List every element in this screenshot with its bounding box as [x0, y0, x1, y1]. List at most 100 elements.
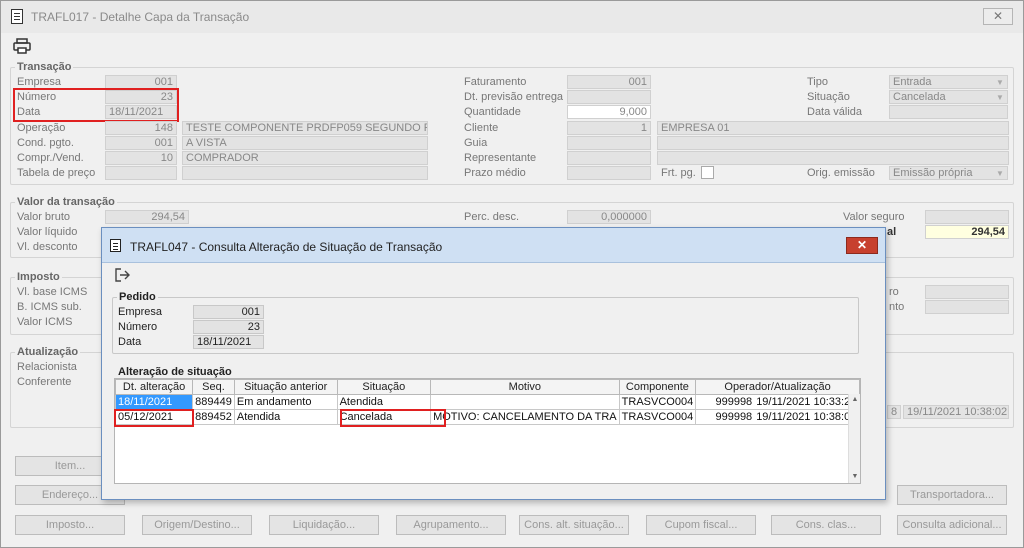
cond-desc-field[interactable]: A VISTA	[182, 136, 428, 150]
situacao-select[interactable]: Cancelada ▼	[889, 90, 1008, 104]
chevron-down-icon: ▼	[996, 78, 1004, 87]
data-label: Data	[17, 106, 41, 118]
cell-atualizacao: 19/11/2021 10:33:27	[756, 396, 857, 408]
operacao-code-field[interactable]: 148	[105, 121, 177, 135]
frt-checkbox[interactable]	[701, 166, 714, 179]
scroll-up-icon[interactable]: ▲	[850, 395, 860, 405]
tipo-label: Tipo	[807, 76, 828, 88]
operacao-label: Operação	[17, 122, 66, 134]
total-label: al	[887, 226, 897, 238]
prazo-label: Prazo médio	[464, 167, 526, 179]
relacionista-label: Relacionista	[17, 361, 77, 373]
dlg-numero-label: Número	[118, 321, 158, 333]
imposto-right-label-1: ro	[889, 286, 899, 298]
guia-code-field[interactable]	[567, 136, 651, 150]
perc-field[interactable]: 0,000000	[567, 210, 651, 224]
consulta-adicional-button[interactable]: Consulta adicional...	[897, 515, 1007, 535]
dialog-title: TRAFL047 - Consulta Alteração de Situaçã…	[130, 240, 443, 254]
cell-componente: TRASVCO004	[618, 394, 697, 410]
close-button[interactable]: ✕	[983, 8, 1013, 25]
tabela-desc-field[interactable]	[182, 166, 428, 180]
cell-operador: 999998 19/11/2021 10:38:02	[695, 409, 860, 425]
origem-destino-button[interactable]: Origem/Destino...	[142, 515, 252, 535]
cons-clas-button[interactable]: Cons. clas...	[771, 515, 881, 535]
situacao-value: Cancelada	[893, 91, 946, 103]
liquidacao-button[interactable]: Liquidação...	[269, 515, 379, 535]
icms-sub-label: B. ICMS sub.	[17, 301, 82, 313]
column-header[interactable]: Situação anterior	[233, 379, 338, 395]
representante-code-field[interactable]	[567, 151, 651, 165]
data-valida-label: Data válida	[807, 106, 863, 118]
guia-desc-field[interactable]	[657, 136, 1009, 150]
cliente-desc-field[interactable]: EMPRESA 01	[657, 121, 1009, 135]
prazo-field[interactable]	[567, 166, 651, 180]
base-icms-label: Vl. base ICMS	[17, 286, 88, 298]
desconto-label: Vl. desconto	[17, 241, 78, 253]
imposto-right-field-1[interactable]	[925, 285, 1009, 299]
situacao-label: Situação	[807, 91, 850, 103]
valor-bruto-field[interactable]: 294,54	[105, 210, 189, 224]
scroll-down-icon[interactable]: ▼	[850, 472, 860, 482]
printer-icon[interactable]	[13, 38, 31, 54]
column-header[interactable]: Seq.	[192, 379, 235, 395]
cupom-fiscal-button[interactable]: Cupom fiscal...	[646, 515, 756, 535]
imposto-right-field-2[interactable]	[925, 300, 1009, 314]
dlg-empresa-field[interactable]: 001	[193, 305, 264, 319]
tabela-code-field[interactable]	[105, 166, 177, 180]
transportadora-button[interactable]: Transportadora...	[897, 485, 1007, 505]
imposto-right-label-2: nto	[889, 301, 905, 313]
faturamento-label: Faturamento	[464, 76, 527, 88]
table-row[interactable]: 05/12/2021 889452 Atendida Cancelada MOTIVO:…	[115, 409, 860, 425]
cliente-label: Cliente	[464, 122, 499, 134]
atualizacao-ts-field[interactable]: 19/11/2021 10:38:02	[903, 405, 1009, 419]
table-row[interactable]: 18/11/2021 889449 Em andamento Atendida TRAS…	[115, 394, 860, 410]
column-header[interactable]: Situação	[336, 379, 432, 395]
pedido-group-title: Pedido	[117, 291, 158, 303]
cons-alt-situacao-button[interactable]: Cons. alt. situação...	[519, 515, 629, 535]
total-field[interactable]: 294,54	[925, 225, 1009, 239]
quantidade-field[interactable]: 9,000	[567, 105, 651, 119]
empresa-field[interactable]: 001	[105, 75, 177, 89]
vertical-scrollbar[interactable]: ▲ ▼	[848, 394, 860, 483]
cell-motivo	[430, 394, 620, 410]
empty-row	[116, 455, 860, 470]
compr-desc-field[interactable]: COMPRADOR	[182, 151, 428, 165]
dlg-numero-field[interactable]: 23	[193, 320, 264, 334]
orig-select[interactable]: Emissão própria ▼	[889, 166, 1008, 180]
column-header[interactable]: Operador/Atualização	[695, 379, 860, 395]
dialog-close-button[interactable]: ✕	[846, 237, 878, 254]
cell-operador: 999998	[715, 411, 753, 423]
dlg-data-field[interactable]: 18/11/2021	[193, 335, 264, 349]
agrupamento-button[interactable]: Agrupamento...	[396, 515, 506, 535]
atualizacao-group-title: Atualização	[15, 346, 81, 358]
faturamento-field[interactable]: 001	[567, 75, 651, 89]
dlg-data-label: Data	[118, 336, 142, 348]
cell-operador: 999998	[715, 396, 753, 408]
column-header[interactable]: Motivo	[430, 379, 620, 395]
data-field[interactable]: 18/11/2021	[105, 105, 177, 119]
tipo-value: Entrada	[893, 76, 932, 88]
alteracao-grid[interactable]: Dt. alteração Seq. Situação anterior Situaç…	[114, 378, 861, 484]
numero-field[interactable]: 23	[105, 90, 177, 104]
atualizacao-operator-field[interactable]: 8	[887, 405, 901, 419]
cell-seq: 889449	[192, 394, 235, 410]
representante-desc-field[interactable]	[657, 151, 1009, 165]
imposto-button[interactable]: Imposto...	[15, 515, 125, 535]
document-icon	[11, 9, 23, 24]
exit-icon[interactable]	[115, 268, 131, 282]
valor-group-title: Valor da transação	[15, 196, 117, 208]
seguro-field[interactable]	[925, 210, 1009, 224]
dt-prev-field[interactable]	[567, 90, 651, 104]
data-valida-field[interactable]	[889, 105, 1008, 119]
column-header[interactable]: Componente	[618, 379, 697, 395]
cell-atualizacao: 19/11/2021 10:38:02	[756, 411, 857, 423]
tipo-select[interactable]: Entrada ▼	[889, 75, 1008, 89]
column-header[interactable]: Dt. alteração	[115, 379, 194, 395]
cond-code-field[interactable]: 001	[105, 136, 177, 150]
compr-code-field[interactable]: 10	[105, 151, 177, 165]
cliente-code-field[interactable]: 1	[567, 121, 651, 135]
chevron-down-icon: ▼	[996, 169, 1004, 178]
cell-componente: TRASVCO004	[618, 409, 697, 425]
valor-bruto-label: Valor bruto	[17, 211, 70, 223]
operacao-desc-field[interactable]: TESTE COMPONENTE PRDFP059 SEGUNDO PAR	[182, 121, 428, 135]
